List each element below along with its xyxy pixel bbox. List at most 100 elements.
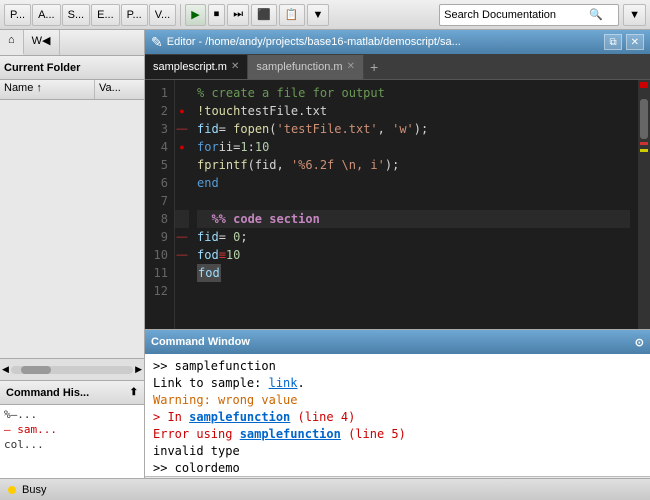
code-line-7 bbox=[197, 192, 630, 210]
tab-s[interactable]: S... bbox=[62, 4, 91, 26]
sidebar-scroll-area[interactable]: ◀ ▶ bbox=[0, 358, 144, 380]
tab-v[interactable]: V... bbox=[149, 4, 177, 26]
sidebar-header-label: Current Folder bbox=[4, 62, 80, 74]
toolbar-btn-4[interactable]: 📋 bbox=[279, 4, 305, 26]
tab-label-2: samplefunction.m bbox=[256, 61, 342, 73]
search-icon: 🔍 bbox=[589, 8, 603, 21]
sidebar-folder-header: Current Folder bbox=[0, 56, 144, 80]
scroll-thumb bbox=[21, 366, 51, 374]
command-window: Command Window ⊙ >> samplefunction Link … bbox=[145, 330, 650, 500]
sidebar: ⌂ W◀ Current Folder Name ↑ Va... ◀ ▶ Com… bbox=[0, 30, 145, 500]
cmd-prompt-2: >> colordemo bbox=[153, 461, 240, 475]
cmd-history-title: Command His... bbox=[6, 387, 89, 399]
sidebar-tab-folder[interactable]: ⌂ bbox=[0, 30, 24, 55]
cmd-link-period: . bbox=[298, 376, 305, 390]
code-area[interactable]: % create a file for output !touch testFi… bbox=[189, 80, 638, 329]
titlebar-left: ✎ Editor - /home/andy/projects/base16-ma… bbox=[151, 34, 461, 51]
cmd-expand-icon[interactable]: ⊙ bbox=[635, 336, 644, 349]
cmd-error-func[interactable]: samplefunction bbox=[189, 410, 290, 424]
editor-title: Editor - /home/andy/projects/base16-matl… bbox=[167, 36, 461, 48]
code-line-8: %% code section bbox=[197, 210, 630, 228]
cmd-line-3: Warning: wrong value bbox=[153, 392, 642, 409]
editor-tab-samplefunction[interactable]: samplefunction.m ✕ bbox=[248, 55, 364, 79]
cmd-line-7: >> colordemo bbox=[153, 460, 642, 476]
editor-window: ✎ Editor - /home/andy/projects/base16-ma… bbox=[145, 30, 650, 330]
scroll-thumb-right bbox=[640, 99, 648, 139]
toolbar-tabs: P... A... S... E... P... V... bbox=[4, 4, 181, 26]
file-table bbox=[0, 100, 144, 358]
editor-titlebar: ✎ Editor - /home/andy/projects/base16-ma… bbox=[145, 30, 650, 54]
code-line-10: fod ≡ 10 bbox=[197, 246, 630, 264]
editor-tab-add[interactable]: + bbox=[364, 55, 384, 79]
editor-undock[interactable]: ⧉ bbox=[604, 34, 621, 50]
editor-scrollbar-right[interactable] bbox=[638, 80, 650, 329]
code-line-1: % create a file for output bbox=[197, 84, 630, 102]
code-line-12 bbox=[197, 282, 630, 300]
cmd-line-1: >> samplefunction bbox=[153, 358, 642, 375]
cmd-error-in: > In bbox=[153, 410, 189, 424]
cmd-prompt-1: >> samplefunction bbox=[153, 359, 276, 373]
col-val-header: Va... bbox=[95, 80, 144, 99]
cmd-invalid-type: invalid type bbox=[153, 444, 240, 458]
toolbar: P... A... S... E... P... V... ▶ ⏹ ⏭ ⬛ 📋 … bbox=[0, 0, 650, 30]
code-line-4: for ii=1:10 bbox=[197, 138, 630, 156]
cmd-link[interactable]: link bbox=[269, 376, 298, 390]
tab-p2[interactable]: P... bbox=[121, 4, 148, 26]
busy-indicator bbox=[8, 486, 16, 494]
cmd-error-loc: (line 4) bbox=[290, 410, 355, 424]
code-line-9: fid = 0; bbox=[197, 228, 630, 246]
col-name-header: Name ↑ bbox=[0, 80, 95, 99]
code-line-5: fprintf(fid, '%6.2f \n, i'); bbox=[197, 156, 630, 174]
tab-close-1[interactable]: ✕ bbox=[231, 62, 239, 72]
tab-p1[interactable]: P... bbox=[4, 4, 31, 26]
search-box: 🔍 bbox=[439, 4, 619, 26]
tab-e[interactable]: E... bbox=[91, 4, 120, 26]
editor-tab-samplescript[interactable]: samplescript.m ✕ bbox=[145, 55, 248, 79]
tab-a[interactable]: A... bbox=[32, 4, 61, 26]
main-layout: ⌂ W◀ Current Folder Name ↑ Va... ◀ ▶ Com… bbox=[0, 30, 650, 500]
code-line-2: !touch testFile.txt bbox=[197, 102, 630, 120]
editor-tabs: samplescript.m ✕ samplefunction.m ✕ + bbox=[145, 54, 650, 80]
hist-item-2[interactable]: – sam... bbox=[4, 422, 140, 437]
hist-item-3[interactable]: col... bbox=[4, 437, 140, 452]
toolbar-btn-2[interactable]: ⏭ bbox=[227, 4, 249, 26]
code-line-6: end bbox=[197, 174, 630, 192]
file-table-header: Name ↑ Va... bbox=[0, 80, 144, 100]
cmd-history-expand[interactable]: ⬆ bbox=[130, 387, 138, 398]
toolbar-btn-1[interactable]: ⏹ bbox=[208, 4, 226, 26]
cmd-line-4: > In samplefunction (line 4) bbox=[153, 409, 642, 426]
toolbar-btn-5[interactable]: ▼ bbox=[307, 4, 330, 26]
cmd-content[interactable]: >> samplefunction Link to sample: link. … bbox=[145, 354, 650, 476]
status-text: Busy bbox=[22, 484, 46, 496]
scroll-left-icon[interactable]: ◀ bbox=[2, 364, 9, 375]
sidebar-tabs: ⌂ W◀ bbox=[0, 30, 144, 56]
line-numbers: 1 2 3 4 5 6 7 8 9 10 11 12 bbox=[145, 80, 175, 329]
editor-icon: ✎ bbox=[151, 34, 163, 51]
search-input[interactable] bbox=[444, 9, 589, 21]
cmd-error-func2[interactable]: samplefunction bbox=[240, 427, 341, 441]
cmd-link-label: Link to sample: bbox=[153, 376, 269, 390]
cmd-history-header: Command His... ⬆ bbox=[0, 381, 144, 405]
cmd-warning-text: Warning: wrong value bbox=[153, 393, 298, 407]
cmd-error-using: Error using bbox=[153, 427, 240, 441]
cmd-error-loc2: (line 5) bbox=[341, 427, 406, 441]
code-line-11: fod bbox=[197, 264, 630, 282]
cmd-titlebar: Command Window ⊙ bbox=[145, 330, 650, 354]
editor-area: ✎ Editor - /home/andy/projects/base16-ma… bbox=[145, 30, 650, 500]
toolbar-filter[interactable]: ▼ bbox=[623, 4, 646, 26]
scroll-right-icon[interactable]: ▶ bbox=[135, 364, 142, 375]
cmd-line-2: Link to sample: link. bbox=[153, 375, 642, 392]
toolbar-btn-3[interactable]: ⬛ bbox=[251, 4, 277, 26]
tab-close-2[interactable]: ✕ bbox=[347, 62, 355, 72]
scroll-track[interactable] bbox=[11, 366, 133, 374]
editor-content: 1 2 3 4 5 6 7 8 9 10 11 12 · ● — bbox=[145, 80, 650, 329]
editor-close[interactable]: ✕ bbox=[626, 34, 644, 50]
code-line-3: fid = fopen('testFile.txt', 'w'); bbox=[197, 120, 630, 138]
tab-label-1: samplescript.m bbox=[153, 61, 227, 73]
hist-item-1[interactable]: %–... bbox=[4, 407, 140, 422]
sidebar-tab-workspace[interactable]: W◀ bbox=[24, 30, 60, 55]
run-button[interactable]: ▶ bbox=[185, 4, 205, 26]
cmd-title: Command Window bbox=[151, 336, 250, 348]
marker-column: · ● — ● — — bbox=[175, 80, 189, 329]
titlebar-right: ⧉ ✕ bbox=[604, 34, 644, 50]
